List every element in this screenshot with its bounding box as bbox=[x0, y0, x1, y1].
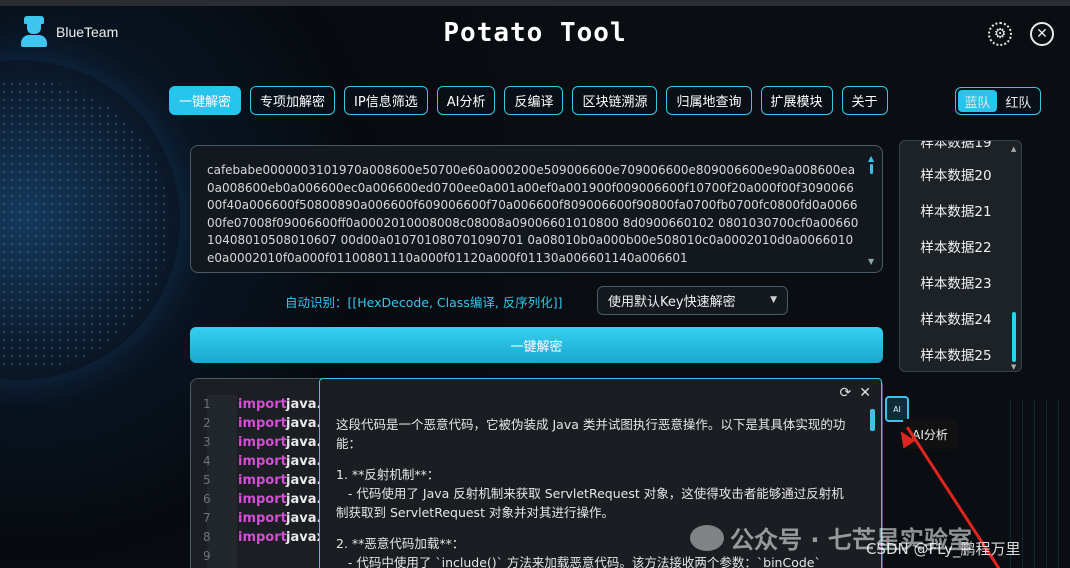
cipher-input-text: cafebabe0000003101970a008600e50700e60a00… bbox=[207, 163, 859, 265]
sample-item[interactable]: 样本数据23 bbox=[900, 272, 1012, 292]
code-keyword: import bbox=[238, 473, 287, 488]
tab-extensions[interactable]: 扩展模块 bbox=[760, 86, 833, 115]
close-icon[interactable]: ✕ bbox=[1030, 22, 1054, 46]
app-window: BlueTeam Potato Tool ⚙ ✕ 一键解密 专项加解密 IP信息… bbox=[0, 0, 1070, 568]
line-number: 3 bbox=[203, 435, 211, 449]
tab-ip-filter[interactable]: IP信息筛选 bbox=[344, 86, 428, 115]
line-number: 2 bbox=[203, 416, 211, 430]
tab-blockchain-trace[interactable]: 区块链溯源 bbox=[572, 86, 658, 115]
line-number: 1 bbox=[203, 397, 211, 411]
auto-detect-label: 自动识别：[[HexDecode, Class编译, 反序列化]] bbox=[285, 295, 563, 310]
scroll-down-icon[interactable]: ▼ bbox=[1011, 363, 1016, 371]
sample-list: 样本数据19 样本数据20 样本数据21 样本数据22 样本数据23 样本数据2… bbox=[899, 140, 1022, 372]
tab-special-crypto[interactable]: 专项加解密 bbox=[250, 86, 336, 115]
scroll-thumb[interactable] bbox=[1012, 312, 1016, 362]
tab-about[interactable]: 关于 bbox=[841, 86, 888, 115]
input-scrollbar[interactable]: ▲ ▼ bbox=[868, 154, 876, 266]
sample-scrollbar[interactable]: ▲ ▼ bbox=[1011, 145, 1017, 371]
team-switch: 蓝队 红队 bbox=[955, 87, 1041, 115]
code-keyword: import bbox=[238, 435, 287, 450]
close-icon[interactable]: ✕ bbox=[859, 385, 871, 401]
scroll-up-icon[interactable]: ▲ bbox=[1011, 145, 1016, 153]
blue-team-toggle[interactable]: 蓝队 bbox=[958, 90, 997, 112]
scroll-up-icon[interactable]: ▲ bbox=[868, 154, 874, 163]
decrypt-mode-select[interactable]: 使用默认Key快速解密 ▼ bbox=[597, 286, 788, 315]
scroll-thumb[interactable] bbox=[870, 164, 873, 174]
sample-item[interactable]: 样本数据25 bbox=[900, 344, 1012, 364]
app-title: Potato Tool bbox=[443, 18, 627, 48]
main-nav: 一键解密 专项加解密 IP信息筛选 AI分析 反编译 区块链溯源 归属地查询 扩… bbox=[169, 86, 888, 115]
code-keyword: import bbox=[238, 511, 287, 526]
line-number: 8 bbox=[203, 530, 211, 544]
sample-item[interactable]: 样本数据21 bbox=[900, 200, 1012, 220]
wechat-icon bbox=[690, 524, 724, 551]
decode-button[interactable]: 一键解密 bbox=[190, 327, 883, 363]
sample-item[interactable]: 样本数据20 bbox=[900, 164, 1012, 184]
tab-one-click-decrypt[interactable]: 一键解密 bbox=[169, 86, 242, 115]
csdn-watermark: CSDN @FLy_鹏程万里 bbox=[866, 540, 1021, 558]
red-team-toggle[interactable]: 红队 bbox=[999, 90, 1038, 112]
code-keyword: import bbox=[238, 454, 287, 469]
line-number: 5 bbox=[203, 473, 211, 487]
tab-decompile[interactable]: 反编译 bbox=[504, 86, 564, 115]
line-number: 7 bbox=[203, 511, 211, 525]
chevron-down-icon: ▼ bbox=[770, 295, 777, 305]
scroll-down-icon[interactable]: ▼ bbox=[868, 257, 874, 266]
code-keyword: import bbox=[238, 397, 287, 412]
sample-item[interactable]: 样本数据19 bbox=[900, 141, 1012, 151]
code-keyword: import bbox=[238, 416, 287, 431]
decrypt-mode-value: 使用默认Key快速解密 bbox=[608, 295, 736, 310]
gear-icon[interactable]: ⚙ bbox=[988, 22, 1012, 46]
line-number: 9 bbox=[203, 549, 211, 563]
sample-item[interactable]: 样本数据22 bbox=[900, 236, 1012, 256]
tab-location-query[interactable]: 归属地查询 bbox=[666, 86, 752, 115]
refresh-icon[interactable]: ⟳ bbox=[840, 385, 852, 401]
popup-scroll-thumb[interactable] bbox=[870, 409, 875, 431]
code-keyword: import bbox=[238, 492, 287, 507]
line-number: 6 bbox=[203, 492, 211, 506]
tab-ai-analysis[interactable]: AI分析 bbox=[436, 86, 496, 115]
ai-paragraph: 1. **反射机制**： - 代码使用了 Java 反射机制来获取 Servle… bbox=[336, 467, 844, 520]
line-number: 4 bbox=[203, 454, 211, 468]
cipher-input[interactable]: cafebabe0000003101970a008600e50700e60a00… bbox=[190, 145, 883, 273]
sample-item[interactable]: 样本数据24 bbox=[900, 308, 1012, 328]
ai-paragraph: 这段代码是一个恶意代码，它被伪装成 Java 类并试图执行恶意操作。以下是其具体… bbox=[336, 417, 846, 451]
header: BlueTeam Potato Tool ⚙ ✕ bbox=[0, 6, 1070, 62]
code-keyword: import bbox=[238, 530, 287, 545]
